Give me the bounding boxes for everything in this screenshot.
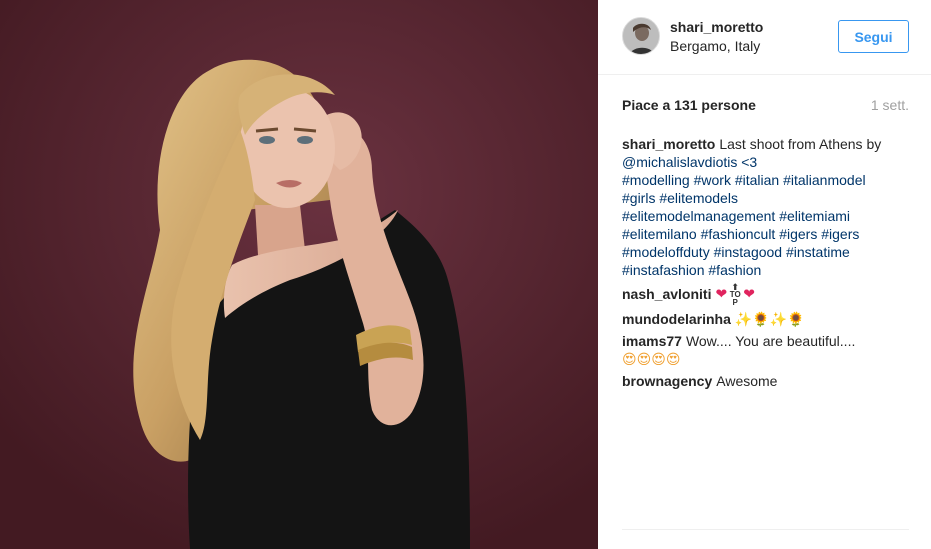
sparkles-emoji-icon: ✨ <box>734 312 753 328</box>
heart-eyes-emoji-icon: 😍 <box>665 352 681 368</box>
caption-hashtags-line[interactable]: #modelling #work #italian #italianmodel <box>622 171 912 189</box>
post-timestamp[interactable]: 1 sett. <box>871 97 909 113</box>
top-emoji-icon: ⬆ TOP <box>729 282 741 307</box>
caption-hashtags-line[interactable]: @michalislavdiotis <3 <box>622 153 912 171</box>
post-photo[interactable] <box>0 0 598 549</box>
caption-text: Last shoot from Athens by <box>719 136 882 152</box>
location-link[interactable]: Bergamo, Italy <box>670 38 760 54</box>
heart-eyes-emoji-icon: 😍 <box>636 352 652 368</box>
sparkles-emoji-icon: ✨ <box>769 312 788 328</box>
follow-button[interactable]: Segui <box>838 20 909 53</box>
heart-emoji-icon: ❤ <box>715 286 728 303</box>
author-username[interactable]: shari_moretto <box>670 19 763 35</box>
avatar[interactable] <box>622 17 660 55</box>
heart-eyes-emoji-icon: 😍 <box>622 352 637 368</box>
comment-text: Wow.... You are beautiful.... <box>685 333 856 349</box>
caption-username[interactable]: shari_moretto <box>622 136 715 152</box>
likes-count[interactable]: Piace a 131 persone <box>622 97 756 113</box>
comment-item: imams77 Wow.... You are beautiful.... 😍😍😍… <box>622 332 912 369</box>
caption-hashtags-line[interactable]: #girls #elitemodels <box>622 189 912 207</box>
sunflower-emoji-icon: 🌻 <box>787 312 805 328</box>
avatar-image <box>623 18 659 54</box>
comment-username[interactable]: brownagency <box>622 373 712 389</box>
post-side-panel: shari_moretto Bergamo, Italy Segui Piace… <box>598 0 931 549</box>
comment-username[interactable]: imams77 <box>622 333 682 349</box>
comment-text: Awesome <box>716 373 778 389</box>
sunflower-emoji-icon: 🌻 <box>752 312 770 328</box>
divider <box>622 529 909 530</box>
comment-item: brownagency Awesome <box>622 372 912 390</box>
heart-eyes-emoji-icon: 😍 <box>651 352 666 368</box>
heart-emoji-icon: ❤ <box>743 286 755 303</box>
comment-username[interactable]: mundodelarinha <box>622 311 731 327</box>
comment-username[interactable]: nash_avloniti <box>622 286 711 302</box>
comment-item: nash_avloniti ❤ ⬆ TOP ❤ <box>622 283 912 307</box>
caption-hashtags-line[interactable]: #elitemilano #fashioncult #igers #igers <box>622 225 912 243</box>
caption-hashtags-line[interactable]: #elitemodelmanagement #elitemiami <box>622 207 912 225</box>
top-emoji-label: TOP <box>729 290 741 307</box>
caption-hashtags-line[interactable]: #instafashion #fashion <box>622 261 912 279</box>
caption-hashtags-line[interactable]: #modeloffduty #instagood #instatime <box>622 243 912 261</box>
likes-row: Piace a 131 persone 1 sett. <box>622 97 909 117</box>
photo-illustration <box>0 0 598 549</box>
post-header: shari_moretto Bergamo, Italy Segui <box>598 0 931 75</box>
caption-comment: shari_moretto Last shoot from Athens by @… <box>622 135 912 279</box>
comment-item: mundodelarinha ✨🌻✨🌻 <box>622 310 912 329</box>
comments-list: shari_moretto Last shoot from Athens by @… <box>622 135 912 393</box>
